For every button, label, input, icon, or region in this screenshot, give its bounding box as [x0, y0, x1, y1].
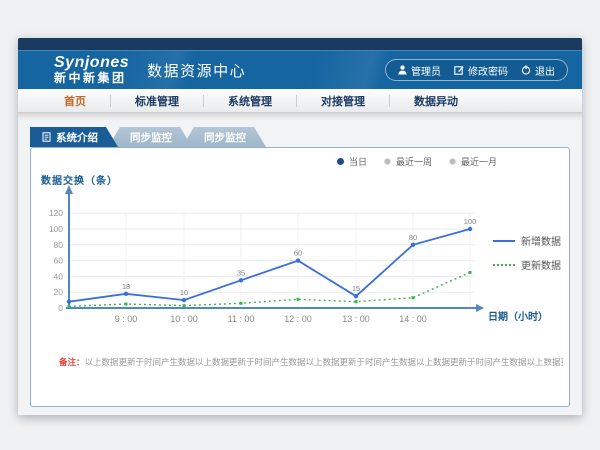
nav-item-standard-mgmt[interactable]: 标准管理	[111, 93, 203, 109]
edit-icon	[454, 65, 464, 75]
svg-text:12 : 00: 12 : 00	[284, 314, 312, 324]
logo-subtitle: 新中新集团	[54, 72, 129, 85]
chart-x-axis-title: 日期（小时）	[488, 308, 548, 323]
svg-text:15: 15	[352, 284, 360, 293]
line-chart: 0 20 40 60 80 100 120 9 : 00 10 : 00 11 : 00 12 : …	[39, 185, 489, 335]
svg-text:10 : 00: 10 : 00	[170, 314, 198, 324]
tab-label: 系统介绍	[56, 130, 98, 145]
svg-text:13 : 00: 13 : 00	[342, 314, 370, 324]
power-icon	[521, 65, 531, 75]
svg-text:100: 100	[49, 224, 63, 234]
svg-text:11 : 00: 11 : 00	[228, 314, 255, 324]
tab-label: 同步监控	[204, 130, 246, 145]
svg-text:20: 20	[54, 287, 64, 297]
content-area: 系统介绍 同步监控 同步监控 当日 最近一周	[18, 112, 582, 415]
user-menu: 管理员 修改密码 退出	[385, 59, 568, 81]
legend-update-data: 更新数据	[493, 257, 561, 272]
user-menu-logout-label: 退出	[535, 63, 555, 78]
legend-label: 新增数据	[521, 233, 561, 248]
user-icon	[398, 65, 407, 75]
svg-text:0: 0	[58, 303, 63, 313]
tab-sync-monitor-2[interactable]: 同步监控	[182, 127, 266, 147]
nav-item-home[interactable]: 首页	[40, 93, 110, 109]
svg-text:80: 80	[409, 233, 417, 242]
user-menu-change-password[interactable]: 修改密码	[454, 63, 508, 78]
legend-dotted-line-swatch	[493, 264, 515, 266]
footnote-text: 以上数据更新于时间产生数据以上数据更新于时间产生数据以上数据更新于时间产生数据以…	[85, 357, 563, 367]
time-range-filters: 当日 最近一周 最近一月	[337, 155, 497, 168]
filter-today[interactable]: 当日	[337, 155, 367, 168]
svg-text:18: 18	[122, 282, 130, 291]
nav-item-interface-mgmt[interactable]: 对接管理	[297, 93, 389, 109]
top-strip	[18, 38, 582, 50]
svg-text:10: 10	[180, 288, 188, 297]
user-menu-admin[interactable]: 管理员	[398, 63, 441, 78]
svg-text:60: 60	[54, 256, 64, 266]
logo-wordmark: Synjones	[54, 55, 129, 72]
radio-dot	[384, 158, 391, 165]
main-nav: 首页 标准管理 系统管理 对接管理 数据异动	[18, 89, 582, 114]
radio-dot-active	[337, 158, 344, 165]
svg-text:120: 120	[49, 208, 63, 218]
legend-label: 更新数据	[521, 257, 561, 272]
filter-label: 最近一周	[396, 155, 432, 168]
nav-item-system-mgmt[interactable]: 系统管理	[204, 93, 296, 109]
tab-label: 同步监控	[130, 130, 172, 145]
app-header: Synjones 新中新集团 数据资源中心 管理员 修改密码	[18, 50, 582, 89]
filter-label: 当日	[349, 155, 367, 168]
svg-text:100: 100	[464, 217, 477, 226]
svg-text:35: 35	[237, 268, 245, 277]
chart-legend: 新增数据 更新数据	[493, 233, 561, 281]
svg-text:9 : 00: 9 : 00	[115, 314, 138, 324]
tab-sync-monitor-1[interactable]: 同步监控	[108, 127, 192, 147]
radio-dot	[449, 158, 456, 165]
user-menu-logout[interactable]: 退出	[521, 63, 555, 78]
svg-text:60: 60	[294, 249, 302, 258]
footnote: 备注：以上数据更新于时间产生数据以上数据更新于时间产生数据以上数据更新于时间产生…	[59, 356, 563, 368]
filter-last-week[interactable]: 最近一周	[384, 155, 432, 168]
legend-new-data: 新增数据	[493, 233, 561, 248]
legend-solid-line-swatch	[493, 240, 515, 242]
filter-last-month[interactable]: 最近一月	[449, 155, 497, 168]
svg-text:80: 80	[54, 240, 64, 250]
user-menu-change-password-label: 修改密码	[468, 63, 508, 78]
logo: Synjones 新中新集团	[54, 55, 129, 84]
svg-text:40: 40	[54, 271, 64, 281]
user-menu-admin-label: 管理员	[411, 63, 441, 78]
tab-system-intro[interactable]: 系统介绍	[30, 127, 118, 147]
app-title: 数据资源中心	[147, 60, 246, 81]
svg-text:14 : 00: 14 : 00	[399, 314, 427, 324]
tab-bar: 系统介绍 同步监控 同步监控	[30, 127, 266, 147]
chart-panel: 当日 最近一周 最近一月 数据交换（条） 0204060801001209 : …	[30, 147, 570, 407]
app-window: Synjones 新中新集团 数据资源中心 管理员 修改密码	[18, 38, 582, 415]
nav-item-data-change[interactable]: 数据异动	[390, 93, 482, 109]
footnote-prefix: 备注：	[59, 357, 85, 367]
document-icon	[42, 132, 51, 142]
filter-label: 最近一月	[461, 155, 497, 168]
